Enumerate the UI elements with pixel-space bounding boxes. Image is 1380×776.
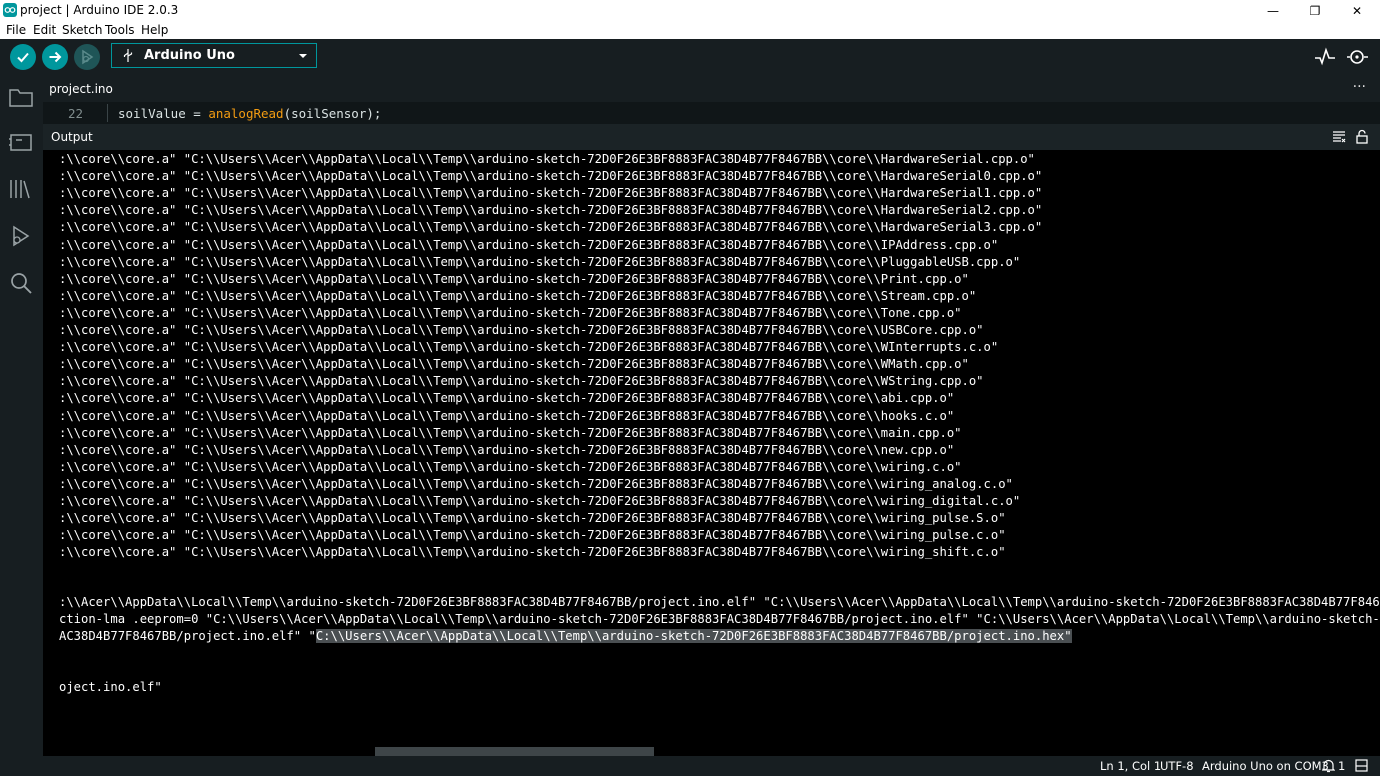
- debug-view-button[interactable]: [8, 223, 34, 249]
- upload-button[interactable]: [42, 44, 68, 70]
- scroll-lock-button[interactable]: [1355, 129, 1369, 147]
- code-token: (soilSensor);: [283, 106, 382, 121]
- output-line: :\\core\\core.a" "C:\\Users\\Acer\\AppDa…: [59, 374, 984, 389]
- output-text: AC38D4B77F8467BB/project.ino.elf" ": [59, 629, 316, 643]
- title-bar: project | Arduino IDE 2.0.3 — ❐ ✕: [0, 0, 1380, 21]
- output-line: :\\core\\core.a" "C:\\Users\\Acer\\AppDa…: [59, 152, 1035, 166]
- code-editor[interactable]: 22 soilValue = analogRead(soilSensor);: [43, 102, 1380, 124]
- notifications-button[interactable]: [1321, 759, 1336, 776]
- output-line: :\\core\\core.a" "C:\\Users\\Acer\\AppDa…: [59, 271, 969, 286]
- minimize-icon: —: [1267, 3, 1279, 18]
- output-line: :\\core\\core.a" "C:\\Users\\Acer\\AppDa…: [59, 476, 1013, 491]
- output-console[interactable]: :\\core\\core.a" "C:\\Users\\Acer\\AppDa…: [43, 150, 1380, 756]
- cursor-position[interactable]: Ln 1, Col 1: [1100, 760, 1161, 773]
- output-line: :\\core\\core.a" "C:\\Users\\Acer\\AppDa…: [59, 237, 999, 252]
- output-line: :\\core\\core.a" "C:\\Users\\Acer\\AppDa…: [59, 494, 1021, 508]
- library-manager-button[interactable]: [8, 176, 34, 202]
- arduino-logo-icon: [3, 3, 17, 17]
- window-title: project | Arduino IDE 2.0.3: [20, 3, 179, 17]
- more-actions-icon[interactable]: ···: [1353, 79, 1366, 95]
- code-line: soilValue = analogRead(soilSensor);: [118, 106, 381, 121]
- plotter-icon: [1315, 47, 1335, 66]
- close-icon: ✕: [1351, 3, 1363, 18]
- sketchbook-button[interactable]: [8, 84, 34, 110]
- output-line: :\\core\\core.a" "C:\\Users\\Acer\\AppDa…: [59, 254, 1021, 269]
- folder-icon: [9, 89, 33, 107]
- output-line: :\\core\\core.a" "C:\\Users\\Acer\\AppDa…: [59, 340, 999, 355]
- serial-plotter-button[interactable]: [1314, 47, 1336, 67]
- output-line: :\\core\\core.a" "C:\\Users\\Acer\\AppDa…: [59, 169, 1043, 184]
- editor-tab-bar: project.ino ···: [43, 75, 1380, 102]
- output-panel-header: Output: [43, 124, 1380, 150]
- search-icon: [11, 273, 32, 294]
- boards-manager-button[interactable]: [8, 129, 34, 155]
- output-line: :\\core\\core.a" "C:\\Users\\Acer\\AppDa…: [59, 186, 1043, 201]
- output-line: :\\Acer\\AppData\\Local\\Temp\\arduino-s…: [59, 595, 1380, 609]
- menu-help[interactable]: Help: [141, 23, 168, 37]
- output-line: :\\core\\core.a" "C:\\Users\\Acer\\AppDa…: [59, 288, 977, 303]
- menu-file[interactable]: File: [6, 23, 26, 37]
- board-name: Arduino Uno: [144, 48, 235, 63]
- menu-bar: File Edit Sketch Tools Help: [0, 21, 1380, 39]
- board-port-status[interactable]: Arduino Uno on COM3: [1202, 760, 1329, 773]
- bell-icon: [1321, 759, 1336, 773]
- code-token: soilValue =: [118, 106, 209, 121]
- close-window-button[interactable]: ✕: [1334, 0, 1380, 21]
- output-line: :\\core\\core.a" "C:\\Users\\Acer\\AppDa…: [59, 220, 1043, 235]
- chevron-down-icon: [299, 54, 307, 58]
- serial-monitor-button[interactable]: [1346, 46, 1370, 68]
- notification-count: 1: [1338, 759, 1346, 773]
- activity-bar: [0, 75, 43, 756]
- output-line: :\\core\\core.a" "C:\\Users\\Acer\\AppDa…: [59, 425, 962, 440]
- arrow-right-icon: [49, 51, 62, 63]
- library-icon: [10, 180, 30, 199]
- output-title: Output: [51, 130, 93, 144]
- output-line: :\\core\\core.a" "C:\\Users\\Acer\\AppDa…: [59, 408, 955, 423]
- checkmark-icon: [17, 52, 29, 63]
- file-encoding[interactable]: UTF-8: [1160, 760, 1194, 773]
- output-line: AC38D4B77F8467BB/project.ino.elf" "C:\\U…: [59, 628, 1072, 645]
- clear-list-icon: [1333, 131, 1346, 143]
- output-selected-text: C:\\Users\\Acer\\AppData\\Local\\Temp\\a…: [315, 629, 1072, 643]
- toggle-panel-button[interactable]: [1355, 759, 1368, 775]
- menu-sketch[interactable]: Sketch: [62, 23, 102, 37]
- output-line: :\\core\\core.a" "C:\\Users\\Acer\\AppDa…: [59, 528, 1006, 543]
- serial-monitor-icon: [1347, 50, 1368, 64]
- horizontal-scrollbar[interactable]: [375, 747, 654, 756]
- toolbar: Arduino Uno: [0, 39, 1380, 75]
- board-selector[interactable]: Arduino Uno: [111, 43, 317, 68]
- status-bar: Ln 1, Col 1 UTF-8 Arduino Uno on COM3 1: [0, 756, 1380, 776]
- output-line: :\\core\\core.a" "C:\\Users\\Acer\\AppDa…: [59, 357, 969, 372]
- output-line: :\\core\\core.a" "C:\\Users\\Acer\\AppDa…: [59, 323, 984, 337]
- tab-project-ino[interactable]: project.ino: [43, 75, 119, 102]
- output-line: :\\core\\core.a" "C:\\Users\\Acer\\AppDa…: [59, 203, 1043, 218]
- debug-icon: [13, 225, 30, 247]
- code-function-token: analogRead: [208, 106, 284, 121]
- board-icon: [9, 134, 32, 151]
- debug-icon: [82, 49, 94, 65]
- search-button[interactable]: [8, 270, 34, 296]
- clear-output-button[interactable]: [1332, 129, 1346, 146]
- verify-button[interactable]: [10, 44, 36, 70]
- minimize-button[interactable]: —: [1250, 0, 1296, 21]
- menu-edit[interactable]: Edit: [33, 23, 56, 37]
- line-number: 22: [68, 106, 84, 121]
- output-line: :\\core\\core.a" "C:\\Users\\Acer\\AppDa…: [59, 511, 1006, 526]
- output-line: oject.ino.elf": [59, 680, 162, 694]
- output-line: :\\core\\core.a" "C:\\Users\\Acer\\AppDa…: [59, 391, 955, 406]
- output-line: :\\core\\core.a" "C:\\Users\\Acer\\AppDa…: [59, 545, 1006, 560]
- output-line: :\\core\\core.a" "C:\\Users\\Acer\\AppDa…: [59, 459, 962, 474]
- menu-tools[interactable]: Tools: [105, 23, 135, 37]
- lock-icon: [1356, 129, 1368, 144]
- maximize-button[interactable]: ❐: [1292, 0, 1338, 21]
- output-line: :\\core\\core.a" "C:\\Users\\Acer\\AppDa…: [59, 442, 955, 457]
- output-line: :\\core\\core.a" "C:\\Users\\Acer\\AppDa…: [59, 305, 962, 320]
- indent-guide: [107, 104, 108, 122]
- panel-icon: [1355, 759, 1368, 772]
- usb-icon: [123, 49, 133, 62]
- debug-button[interactable]: [74, 44, 100, 70]
- maximize-icon: ❐: [1309, 3, 1321, 18]
- output-line: ction-lma .eeprom=0 "C:\\Users\\Acer\\Ap…: [59, 612, 1380, 626]
